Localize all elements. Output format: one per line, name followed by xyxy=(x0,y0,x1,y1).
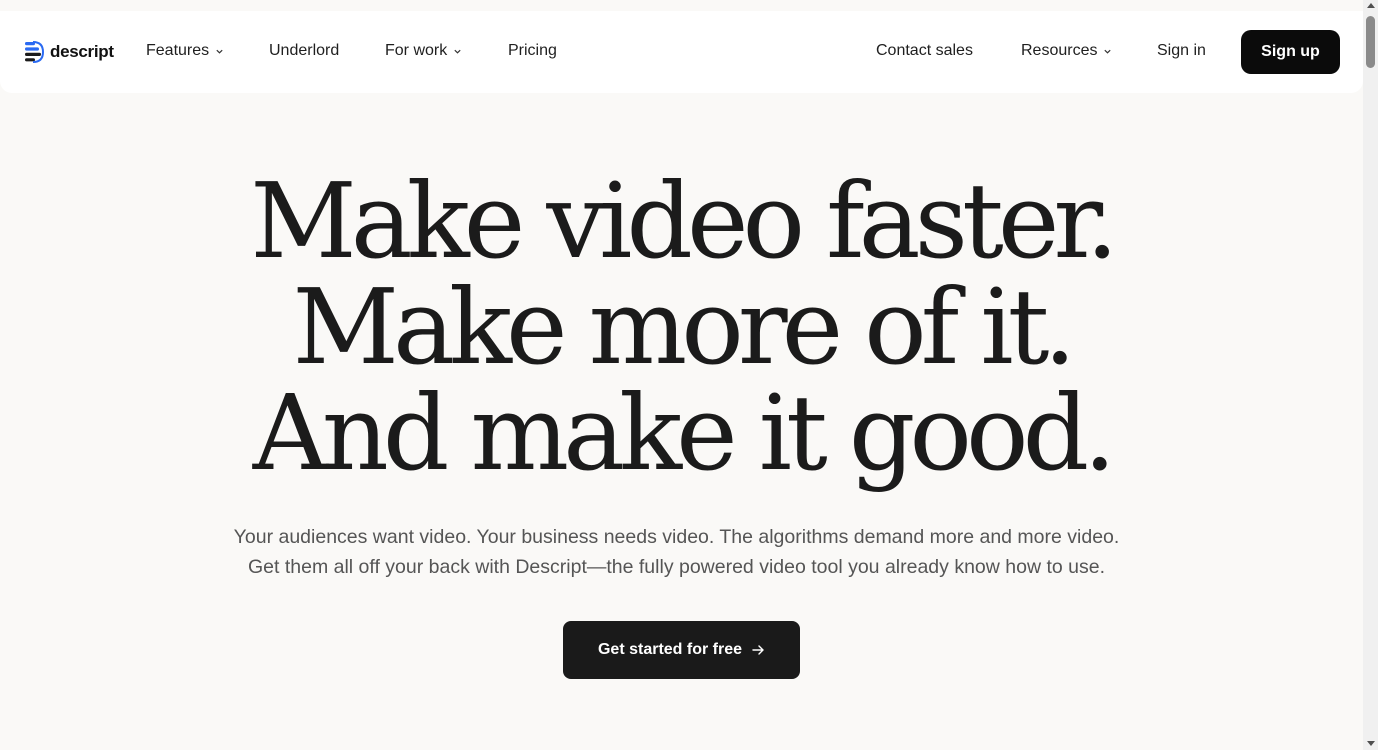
nav-for-work-label: For work xyxy=(385,42,448,59)
nav-sign-in[interactable]: Sign in xyxy=(1157,42,1206,60)
nav-contact-sales-label: Contact sales xyxy=(876,42,973,59)
scroll-up-arrow-icon[interactable] xyxy=(1367,3,1375,8)
nav-features[interactable]: Features xyxy=(146,42,224,60)
nav-underlord[interactable]: Underlord xyxy=(269,42,339,60)
hero-headline-line-3: And make it good. xyxy=(252,372,1117,494)
nav-contact-sales[interactable]: Contact sales xyxy=(876,42,973,60)
nav-sign-in-label: Sign in xyxy=(1157,42,1206,59)
chevron-down-icon xyxy=(1104,49,1112,54)
brand-name: descript xyxy=(50,42,114,61)
descript-logo-icon xyxy=(25,41,44,63)
vertical-scrollbar[interactable] xyxy=(1363,0,1378,750)
chevron-down-icon xyxy=(454,49,461,54)
hero-headline-line-1: Make video faster. xyxy=(250,160,1118,282)
arrow-right-icon xyxy=(752,645,764,655)
hero-subtitle-line-2: Get them all off your back with Descript… xyxy=(248,556,1105,578)
nav-pricing[interactable]: Pricing xyxy=(508,42,557,60)
sign-up-button[interactable]: Sign up xyxy=(1241,30,1340,74)
nav-for-work[interactable]: For work xyxy=(385,42,462,60)
get-started-button[interactable]: Get started for free xyxy=(563,621,800,679)
get-started-label: Get started for free xyxy=(597,641,743,658)
nav-underlord-label: Underlord xyxy=(269,42,340,59)
hero-headline-line-2: Make more of it. xyxy=(292,266,1077,388)
chevron-down-icon xyxy=(216,49,223,54)
scroll-down-arrow-icon[interactable] xyxy=(1367,741,1375,746)
scrollbar-thumb[interactable] xyxy=(1366,16,1375,68)
hero-subtitle: Your audiences want video. Your business… xyxy=(0,522,1353,582)
browser-viewport: descript Features Underlord For work Pri… xyxy=(0,0,1378,750)
landing-page: descript Features Underlord For work Pri… xyxy=(0,0,1363,750)
descript-logo[interactable]: descript xyxy=(24,41,114,63)
top-navigation: descript Features Underlord For work Pri… xyxy=(0,11,1363,93)
hero-subtitle-line-1: Your audiences want video. Your business… xyxy=(233,526,1120,548)
nav-features-label: Features xyxy=(146,42,210,59)
nav-pricing-label: Pricing xyxy=(508,42,557,59)
nav-resources[interactable]: Resources xyxy=(1021,42,1112,60)
nav-resources-label: Resources xyxy=(1021,42,1098,59)
hero-headline: Make video faster. Make more of it. And … xyxy=(0,168,1363,486)
